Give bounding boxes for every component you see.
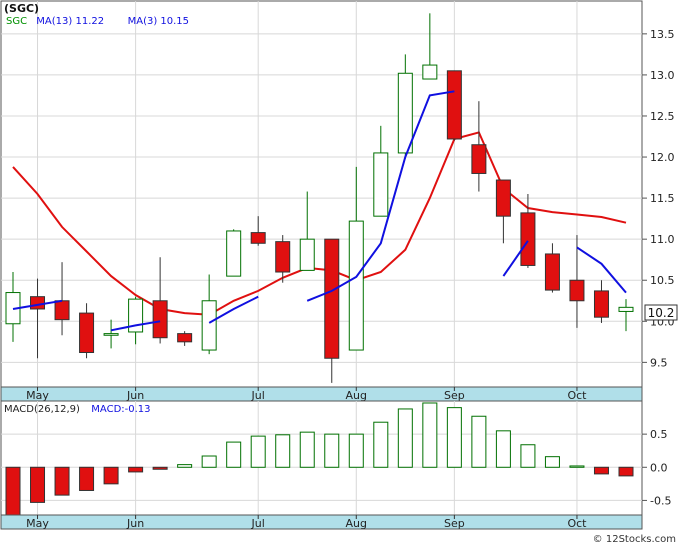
price-y-tick-label: 12.0 (650, 151, 675, 164)
candle-body (544, 253, 560, 291)
macd-bar (446, 407, 462, 468)
price-x-tick-label: May (26, 389, 49, 402)
macd-legend-entry: MACD:-0.13 (91, 404, 150, 415)
macd-bar (128, 466, 144, 473)
macd-bar (152, 466, 168, 470)
macd-x-tick-label: Sep (444, 517, 465, 530)
macd-x-tick-label: Jul (251, 517, 265, 530)
macd-bar (569, 465, 585, 468)
price-y-tick-label: 13.0 (650, 69, 675, 82)
chart-title: (SGC) (4, 2, 39, 15)
macd-bar (520, 444, 536, 468)
macd-x-tick-label: Aug (346, 517, 367, 530)
candle-body (299, 238, 315, 271)
macd-x-tick-label: May (26, 517, 49, 530)
macd-y-tick-label: 0.5 (650, 428, 668, 441)
macd-bar (593, 466, 609, 475)
macd-bar (471, 415, 487, 468)
macd-bar (54, 466, 70, 496)
candle-body (569, 279, 585, 302)
legend-entry: SGC (6, 16, 27, 27)
macd-bar (324, 433, 340, 468)
macd-bar (397, 408, 413, 468)
price-y-tick-label: 11.0 (650, 233, 675, 246)
candle-body (397, 72, 413, 154)
price-x-tick-label: Oct (567, 389, 587, 402)
candle-body (201, 300, 217, 351)
candle-body (226, 230, 242, 277)
candle-body (348, 220, 364, 351)
candle-body (422, 64, 438, 80)
macd-bar (299, 431, 315, 468)
macd-x-tick-label: Jun (126, 517, 144, 530)
candle-body (54, 300, 70, 321)
candle-body (324, 238, 340, 359)
price-y-tick-label: 11.5 (650, 192, 675, 205)
price-y-tick-label: 9.5 (650, 356, 668, 369)
copyright-text: © 12Stocks.com (593, 534, 676, 545)
candle-body (177, 333, 193, 343)
candle-body (471, 144, 487, 174)
current-price-badge: 10.2 (644, 304, 678, 321)
macd-bar (348, 433, 364, 468)
legend-entry: MA(3) 10.15 (128, 16, 189, 27)
price-x-tick-label: Aug (346, 389, 367, 402)
candle-body (152, 300, 168, 339)
candle-body (495, 179, 511, 217)
macd-bar (250, 435, 266, 468)
macd-bar (5, 466, 21, 516)
macd-bar (226, 441, 242, 468)
candle-body (79, 312, 95, 354)
price-x-tick-label: Jun (126, 389, 144, 402)
macd-x-axis-band (0, 514, 643, 530)
price-x-axis-band (0, 386, 643, 402)
macd-bar (618, 466, 634, 477)
price-y-tick-label: 13.5 (650, 28, 675, 41)
price-panel (0, 0, 643, 402)
macd-bar (373, 421, 389, 468)
macd-y-tick-label: -0.5 (650, 494, 671, 507)
macd-bar (422, 402, 438, 468)
macd-y-axis: 0.5 0.0 -0.5 (642, 428, 671, 507)
macd-bar (103, 466, 119, 485)
macd-x-tick-label: Oct (567, 517, 587, 530)
macd-legend-entry: MACD(26,12,9) (4, 404, 80, 415)
candle-body (593, 290, 609, 318)
macd-bar (275, 434, 291, 468)
macd-bar (30, 466, 46, 503)
stock-chart: 13.513.012.512.011.511.010.510.09.5 May J… (0, 0, 678, 545)
macd-bar (79, 466, 95, 491)
candle-body (30, 296, 46, 310)
price-x-tick-label: Sep (444, 389, 465, 402)
current-price-label: 10.2 (648, 306, 675, 320)
candle-body (275, 241, 291, 273)
macd-y-tick-label: 0.0 (650, 461, 668, 474)
price-y-tick-label: 10.5 (650, 274, 675, 287)
legend-entry: MA(13) 11.22 (36, 16, 104, 27)
candle-body (250, 232, 266, 244)
macd-bar (495, 430, 511, 468)
candle-body (446, 70, 462, 140)
candle-body (103, 333, 119, 336)
candle-body (520, 212, 536, 266)
price-y-tick-label: 12.5 (650, 110, 675, 123)
macd-legend: MACD(26,12,9) MACD:-0.13 (4, 404, 151, 415)
price-x-tick-label: Jul (251, 389, 265, 402)
candle-body (373, 152, 389, 217)
macd-bar (177, 464, 193, 468)
macd-bar (201, 455, 217, 468)
macd-bar (544, 456, 560, 468)
candle-body (618, 306, 634, 312)
